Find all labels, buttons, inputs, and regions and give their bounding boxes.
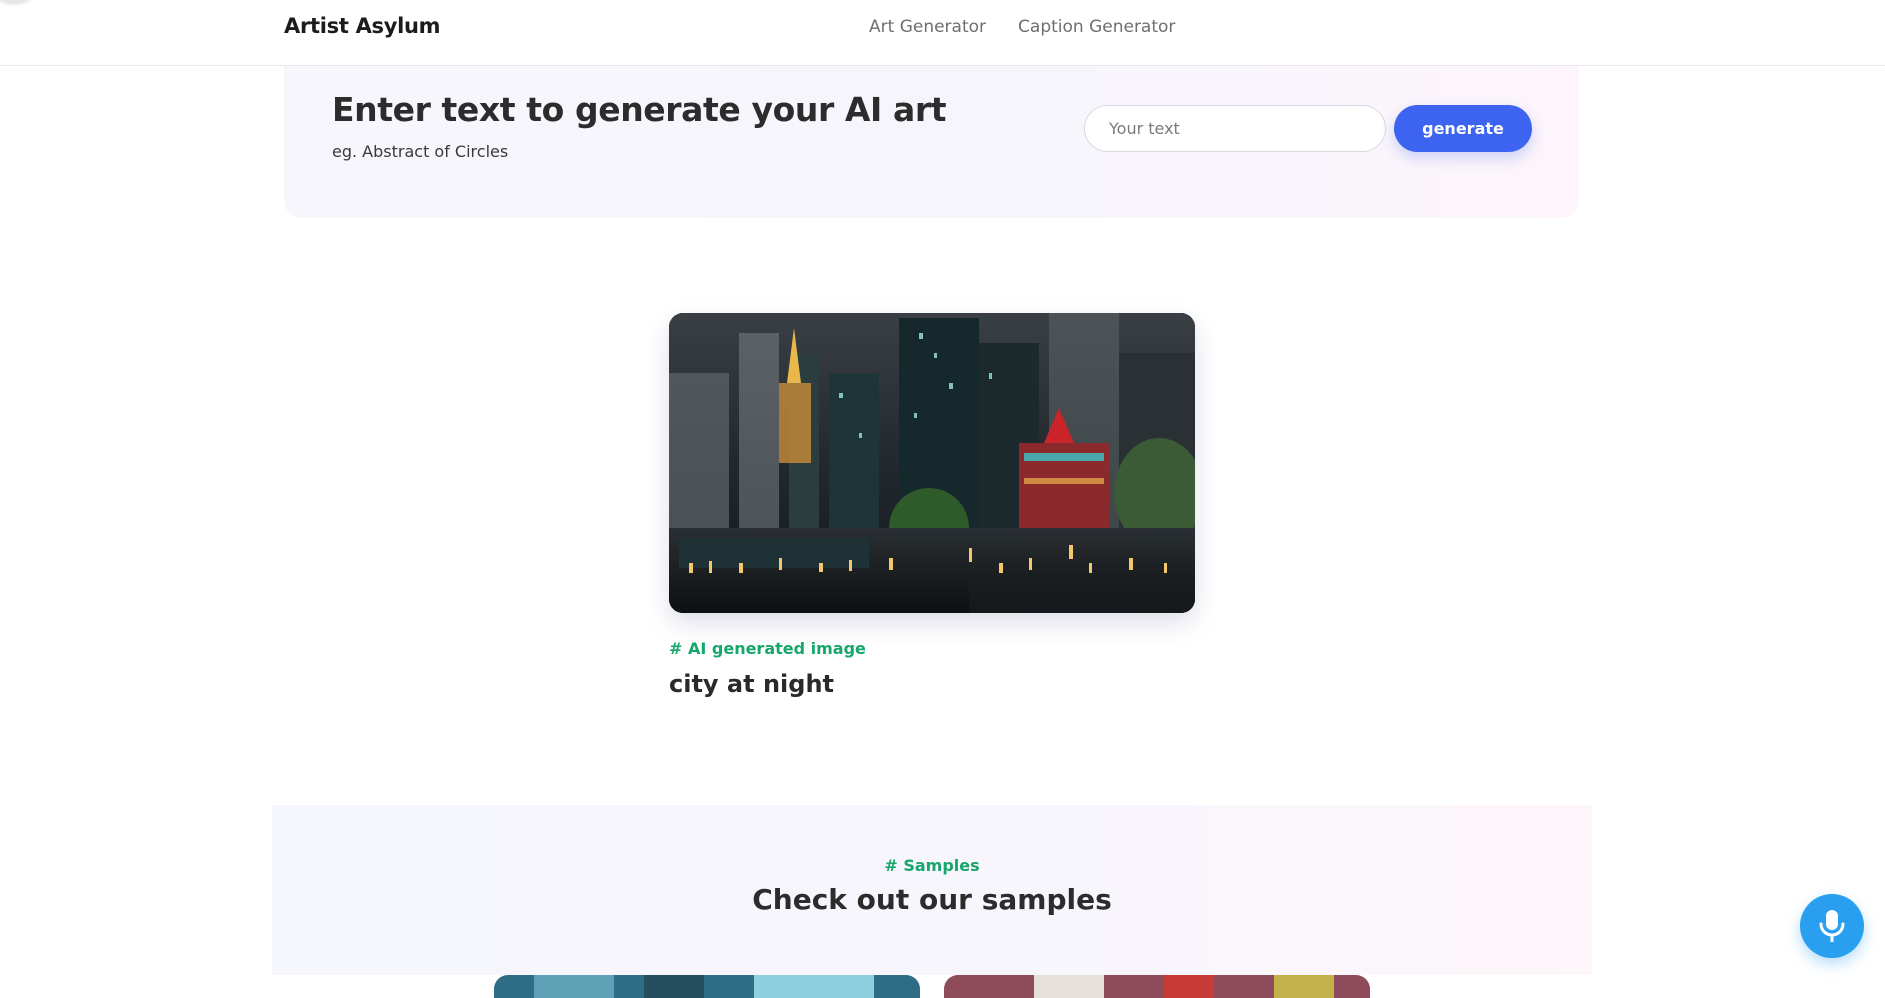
voice-input-button[interactable]	[1800, 894, 1864, 958]
brand-logo[interactable]: Artist Asylum	[284, 14, 441, 38]
prompt-text-input[interactable]	[1084, 105, 1386, 152]
prompt-panel: Enter text to generate your AI art eg. A…	[284, 66, 1579, 218]
generate-button[interactable]: generate	[1394, 105, 1532, 152]
sample-thumbnail-1[interactable]	[494, 975, 920, 998]
result-caption: city at night	[669, 670, 834, 698]
samples-title: Check out our samples	[752, 883, 1112, 916]
sample-image-2	[944, 975, 1370, 998]
samples-tag: # Samples	[884, 856, 980, 875]
prompt-title: Enter text to generate your AI art	[332, 90, 947, 129]
result-tag: # AI generated image	[669, 639, 866, 658]
microphone-icon	[1819, 910, 1845, 942]
sample-image-1	[494, 975, 920, 998]
nav-links: Art Generator Caption Generator	[869, 17, 1175, 37]
nav-link-art-generator[interactable]: Art Generator	[869, 17, 986, 37]
generated-image	[669, 313, 1195, 613]
sample-thumbnail-2[interactable]	[944, 975, 1370, 998]
prompt-example: eg. Abstract of Circles	[332, 142, 509, 161]
nav-link-caption-generator[interactable]: Caption Generator	[1018, 17, 1175, 37]
top-navbar: Artist Asylum Art Generator Caption Gene…	[0, 0, 1885, 66]
generated-city-artwork	[669, 313, 1195, 613]
samples-section: # Samples Check out our samples	[272, 805, 1592, 975]
